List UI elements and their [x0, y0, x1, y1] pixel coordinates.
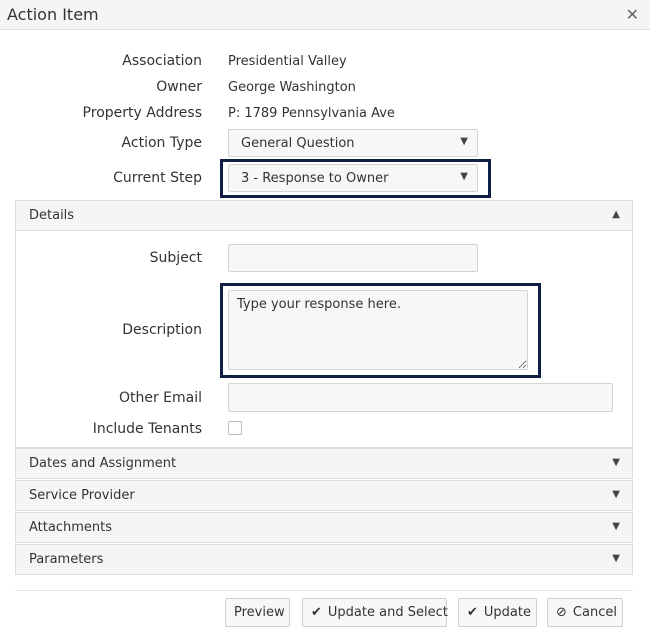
- include-tenants-label: Include Tenants: [92, 421, 202, 437]
- footer-divider: [15, 590, 633, 591]
- chevron-down-icon: ▼: [460, 136, 468, 147]
- update-and-select-button[interactable]: ✔ Update and Select: [302, 598, 448, 627]
- owner-label: Owner: [156, 79, 202, 95]
- chevron-down-icon: ▼: [612, 521, 620, 532]
- preview-button[interactable]: Preview: [225, 598, 290, 627]
- update-button-label: Update: [483, 605, 531, 620]
- cancel-button-label: Cancel: [572, 605, 617, 620]
- chevron-down-icon: ▼: [612, 489, 620, 500]
- parameters-section-header[interactable]: Parameters ▼: [15, 544, 633, 575]
- dates-assignment-title: Dates and Assignment: [29, 456, 177, 471]
- details-section-header[interactable]: Details ▲: [15, 200, 633, 231]
- property-address-value: P: 1789 Pennsylvania Ave: [228, 106, 395, 121]
- parameters-title: Parameters: [29, 552, 104, 567]
- action-type-value: General Question: [241, 136, 355, 151]
- check-icon: ✔: [467, 605, 478, 620]
- dates-assignment-section-header[interactable]: Dates and Assignment ▼: [15, 448, 633, 479]
- subject-input[interactable]: [228, 244, 478, 272]
- association-label: Association: [122, 53, 202, 69]
- update-and-select-label: Update and Select: [327, 605, 448, 620]
- preview-button-label: Preview: [234, 605, 285, 620]
- description-label: Description: [122, 322, 202, 338]
- other-email-input[interactable]: [228, 383, 613, 412]
- current-step-label: Current Step: [113, 170, 202, 186]
- dialog-title: Action Item: [7, 5, 99, 24]
- include-tenants-checkbox[interactable]: [228, 421, 242, 435]
- other-email-label: Other Email: [118, 390, 202, 406]
- attachments-section-header[interactable]: Attachments ▼: [15, 512, 633, 543]
- chevron-up-icon: ▲: [612, 209, 620, 220]
- action-type-select[interactable]: General Question ▼: [228, 129, 478, 157]
- dialog-titlebar: Action Item ✕: [0, 0, 650, 30]
- association-value: Presidential Valley: [228, 54, 347, 69]
- subject-label: Subject: [149, 250, 202, 266]
- chevron-down-icon: ▼: [612, 553, 620, 564]
- details-section-title: Details: [29, 208, 75, 223]
- current-step-highlight: [220, 159, 491, 198]
- service-provider-title: Service Provider: [29, 488, 135, 503]
- property-address-label: Property Address: [82, 105, 202, 121]
- update-button[interactable]: ✔ Update: [458, 598, 537, 627]
- cancel-button[interactable]: ⊘ Cancel: [547, 598, 623, 627]
- chevron-down-icon: ▼: [612, 457, 620, 468]
- description-highlight: [220, 283, 541, 378]
- attachments-title: Attachments: [29, 520, 112, 535]
- owner-value: George Washington: [228, 80, 356, 95]
- ban-icon: ⊘: [556, 605, 567, 620]
- service-provider-section-header[interactable]: Service Provider ▼: [15, 480, 633, 511]
- action-type-label: Action Type: [121, 135, 202, 151]
- close-icon[interactable]: ✕: [626, 5, 639, 24]
- check-icon: ✔: [311, 605, 322, 620]
